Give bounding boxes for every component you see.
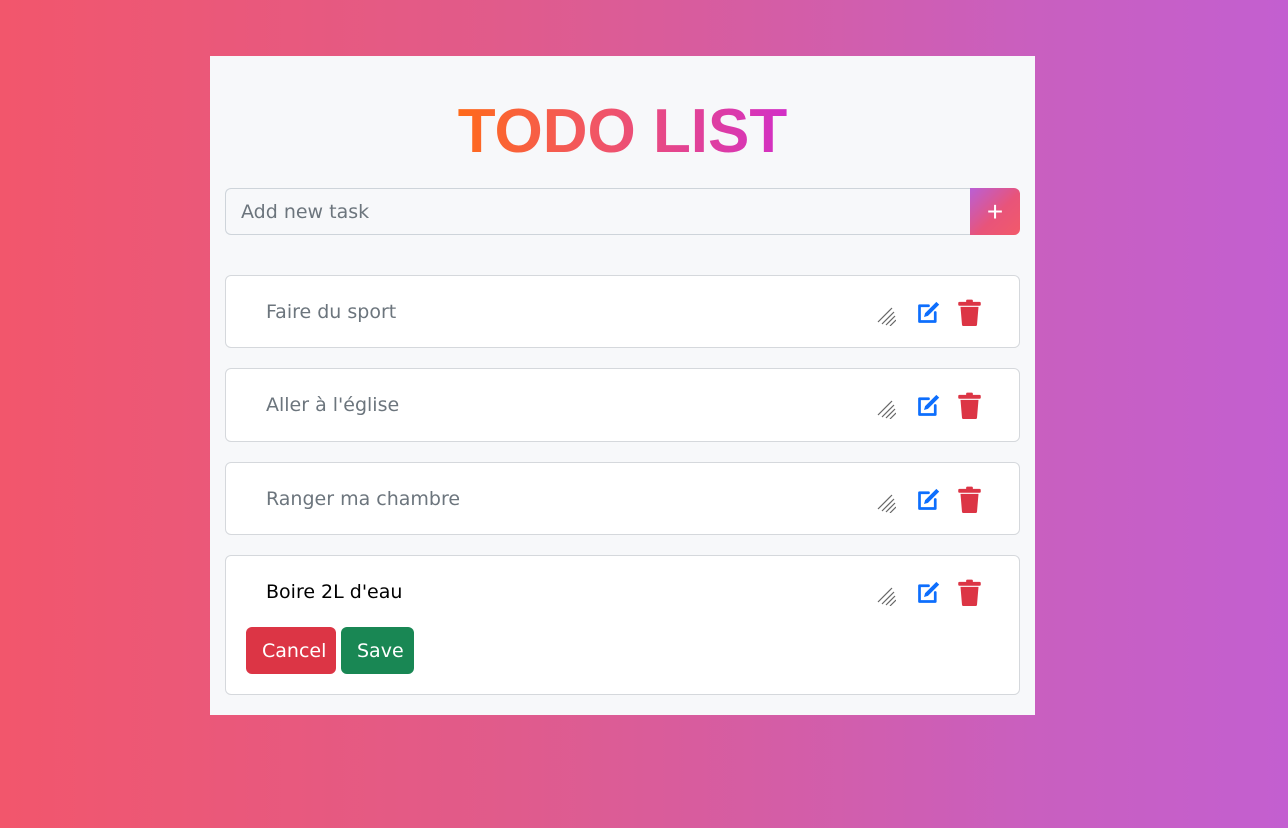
task-actions <box>876 391 981 419</box>
trash-icon[interactable] <box>958 486 981 513</box>
edit-icon[interactable] <box>915 299 942 326</box>
edit-icon[interactable] <box>915 392 942 419</box>
save-button[interactable]: Save <box>341 627 414 674</box>
trash-icon[interactable] <box>958 392 981 419</box>
resize-handle-icon[interactable] <box>876 586 896 606</box>
task-text: Faire du sport <box>266 301 397 323</box>
task-item: Aller à l'église <box>225 368 1020 442</box>
resize-handle-icon[interactable] <box>876 399 896 419</box>
add-task-row: + <box>225 188 1020 235</box>
add-task-input[interactable] <box>225 188 970 235</box>
task-item: Faire du sport <box>225 275 1020 348</box>
page-title: TODO LIST <box>457 97 788 166</box>
resize-handle-icon[interactable] <box>876 493 896 513</box>
task-item-editing: Boire 2L d'eau Cancel Save <box>225 555 1020 695</box>
cancel-button[interactable]: Cancel <box>246 627 336 674</box>
task-item: Ranger ma chambre <box>225 462 1020 535</box>
edit-icon[interactable] <box>915 486 942 513</box>
task-actions <box>876 578 981 606</box>
task-text: Ranger ma chambre <box>266 488 461 510</box>
task-text-edit[interactable]: Boire 2L d'eau <box>266 556 402 629</box>
trash-icon[interactable] <box>958 299 981 326</box>
edit-buttons: Cancel Save <box>246 627 414 674</box>
task-actions <box>876 298 981 326</box>
task-actions <box>876 485 981 513</box>
task-text: Aller à l'église <box>266 394 400 416</box>
resize-handle-icon[interactable] <box>876 306 896 326</box>
trash-icon[interactable] <box>958 579 981 606</box>
add-task-button[interactable]: + <box>970 188 1020 235</box>
edit-icon[interactable] <box>915 579 942 606</box>
todo-card: TODO LIST + Faire du sport <box>210 56 1035 715</box>
